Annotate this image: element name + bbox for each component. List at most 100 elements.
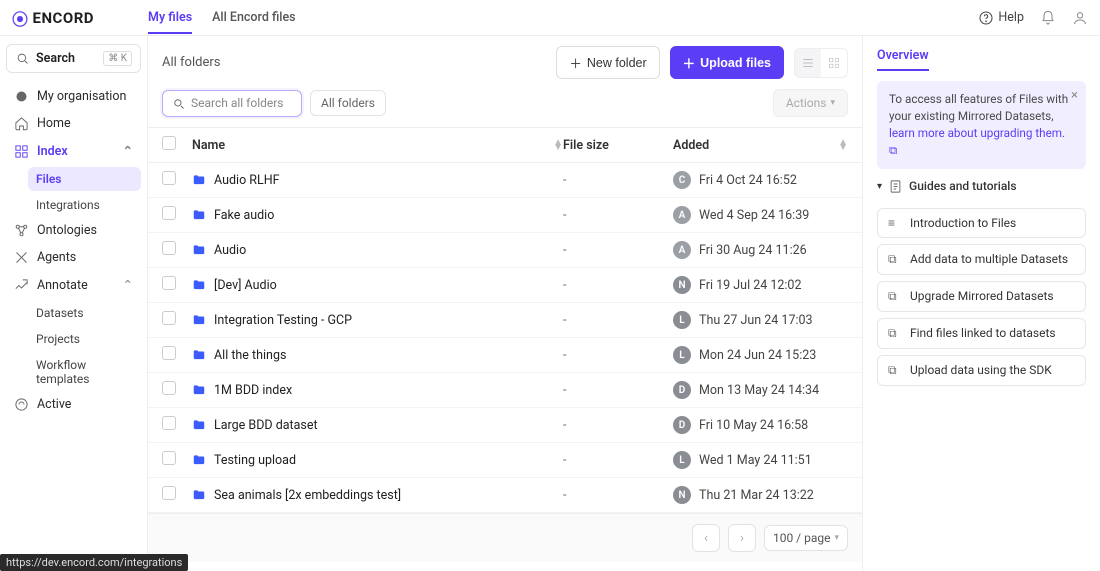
added-date: Mon 24 Jun 24 15:23 (699, 348, 816, 363)
prev-page-button[interactable]: ‹ (692, 524, 720, 552)
table-row[interactable]: [Dev] Audio-NFri 19 Jul 24 12:02 (148, 268, 862, 303)
added-date: Wed 4 Sep 24 16:39 (699, 208, 809, 223)
grid-view-toggle[interactable] (821, 49, 847, 77)
folder-name: Fake audio (214, 208, 274, 223)
sidebar-item-integrations[interactable]: Integrations (28, 193, 141, 217)
table-row[interactable]: Sea animals [2x embeddings test]-NThu 21… (148, 478, 862, 513)
folder-name-cell[interactable]: Fake audio (192, 208, 563, 223)
folder-name-cell[interactable]: Audio (192, 243, 563, 258)
sidebar-item-annotate[interactable]: Annotate ⌃ (6, 271, 141, 299)
breadcrumb[interactable]: All folders (162, 55, 220, 70)
guide-item[interactable]: ⧉Find files linked to datasets (877, 318, 1086, 349)
external-link-icon: ⧉ (888, 289, 902, 304)
row-checkbox[interactable] (162, 276, 176, 290)
row-checkbox[interactable] (162, 241, 176, 255)
next-page-button[interactable]: › (728, 524, 756, 552)
search-icon (15, 51, 30, 66)
folder-name-cell[interactable]: [Dev] Audio (192, 278, 563, 293)
table-row[interactable]: Fake audio-AWed 4 Sep 24 16:39 (148, 198, 862, 233)
table-row[interactable]: Testing upload-LWed 1 May 24 11:51 (148, 443, 862, 478)
sidebar-item-index[interactable]: Index ⌃ (6, 137, 141, 165)
file-size: - (563, 383, 673, 398)
folder-name: Sea animals [2x embeddings test] (214, 488, 401, 503)
guide-item[interactable]: ≡Introduction to Files (877, 208, 1086, 238)
row-checkbox[interactable] (162, 311, 176, 325)
status-url: https://dev.encord.com/integrations (0, 554, 188, 571)
global-search-button[interactable]: Search ⌘ K (6, 44, 141, 73)
user-icon[interactable] (1072, 10, 1088, 26)
sidebar-item-projects[interactable]: Projects (28, 327, 141, 351)
upload-files-button[interactable]: ＋ Upload files (670, 46, 784, 79)
page-size-dropdown[interactable]: 100 / page ▾ (764, 525, 848, 551)
select-all-checkbox[interactable] (162, 136, 176, 150)
folder-name-cell[interactable]: Sea animals [2x embeddings test] (192, 488, 563, 503)
guide-label: Introduction to Files (910, 216, 1016, 230)
folder-icon (192, 383, 206, 397)
table-row[interactable]: Audio RLHF-CFri 4 Oct 24 16:52 (148, 163, 862, 198)
table-row[interactable]: 1M BDD index-DMon 13 May 24 14:34 (148, 373, 862, 408)
close-icon[interactable]: × (1071, 87, 1078, 106)
row-checkbox[interactable] (162, 486, 176, 500)
new-folder-button[interactable]: ＋ New folder (556, 46, 659, 79)
new-folder-label: New folder (587, 56, 647, 70)
sidebar-item-ontologies[interactable]: Ontologies (6, 217, 141, 244)
table-row[interactable]: Large BDD dataset-DFri 10 May 24 16:58 (148, 408, 862, 443)
list-view-toggle[interactable] (795, 49, 821, 77)
help-icon (978, 10, 994, 26)
annotate-icon (14, 278, 29, 293)
folder-name: Audio RLHF (214, 173, 280, 188)
brand-logo[interactable]: ⦿ ENCORD (12, 6, 148, 30)
external-link-icon: ⧉ (888, 363, 902, 378)
help-button[interactable]: Help (978, 10, 1024, 26)
row-checkbox[interactable] (162, 381, 176, 395)
sidebar-item-files[interactable]: Files (28, 167, 141, 191)
sidebar-item-agents[interactable]: Agents (6, 244, 141, 271)
folder-name-cell[interactable]: Large BDD dataset (192, 418, 563, 433)
folder-name-cell[interactable]: Testing upload (192, 453, 563, 468)
folder-icon (192, 488, 206, 502)
sort-name[interactable]: ▲▼ (553, 140, 563, 150)
filter-all-folders[interactable]: All folders (310, 90, 386, 116)
row-checkbox[interactable] (162, 346, 176, 360)
plus-icon: ＋ (683, 53, 696, 72)
folder-name-cell[interactable]: All the things (192, 348, 563, 363)
guide-item[interactable]: ⧉Upgrade Mirrored Datasets (877, 281, 1086, 312)
actions-dropdown[interactable]: Actions ▾ (773, 89, 848, 117)
folder-name: Audio (214, 243, 246, 258)
chevron-up-icon: ⌃ (123, 143, 133, 159)
search-label: Search (36, 51, 75, 66)
folder-name-cell[interactable]: Audio RLHF (192, 173, 563, 188)
row-checkbox[interactable] (162, 171, 176, 185)
sidebar-item-workflow-templates[interactable]: Workflow templates (28, 353, 141, 391)
folder-name-cell[interactable]: Integration Testing - GCP (192, 313, 563, 328)
guide-item[interactable]: ⧉Upload data using the SDK (877, 355, 1086, 386)
bell-icon[interactable] (1040, 10, 1056, 26)
sidebar-item-datasets[interactable]: Datasets (28, 301, 141, 325)
table-row[interactable]: Audio-AFri 30 Aug 24 11:26 (148, 233, 862, 268)
tab-all-encord-files[interactable]: All Encord files (212, 2, 295, 33)
sidebar-item-organisation[interactable]: My organisation (6, 83, 141, 110)
status-url-text: https://dev.encord.com/integrations (6, 556, 182, 569)
files-label: Files (36, 172, 61, 186)
projects-label: Projects (36, 332, 80, 346)
sort-added[interactable]: ▲▼ (838, 140, 848, 150)
table-row[interactable]: All the things-LMon 24 Jun 24 15:23 (148, 338, 862, 373)
table-row[interactable]: Integration Testing - GCP-LThu 27 Jun 24… (148, 303, 862, 338)
tab-overview[interactable]: Overview (877, 48, 929, 71)
home-label: Home (37, 116, 71, 131)
row-checkbox[interactable] (162, 451, 176, 465)
avatar: D (673, 416, 691, 434)
search-folders-input[interactable]: Search all folders (162, 90, 302, 117)
row-checkbox[interactable] (162, 206, 176, 220)
folder-name-cell[interactable]: 1M BDD index (192, 383, 563, 398)
org-label: My organisation (37, 89, 126, 104)
guide-item[interactable]: ⧉Add data to multiple Datasets (877, 244, 1086, 275)
added-date: Thu 21 Mar 24 13:22 (699, 488, 814, 503)
tab-my-files[interactable]: My files (148, 2, 192, 33)
row-checkbox[interactable] (162, 416, 176, 430)
sidebar-item-home[interactable]: Home (6, 110, 141, 137)
file-size: - (563, 453, 673, 468)
learn-more-link[interactable]: learn more about upgrading them. ⧉ (889, 126, 1065, 157)
sidebar-item-active[interactable]: Active (6, 391, 141, 418)
guides-header[interactable]: ▾ Guides and tutorials (877, 179, 1086, 194)
